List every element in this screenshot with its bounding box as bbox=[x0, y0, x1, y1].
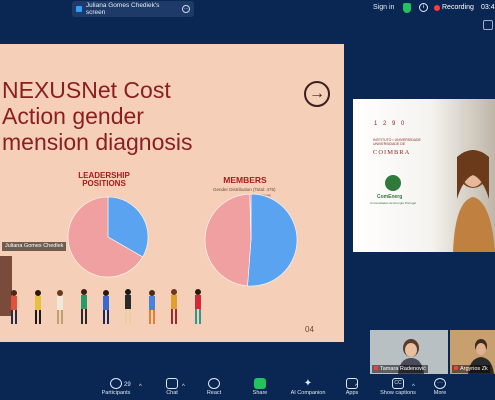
uc-year-digits: 1 2 9 0 bbox=[374, 121, 407, 127]
speaker-avatar bbox=[453, 150, 495, 252]
cc-icon: CC bbox=[392, 378, 404, 389]
members-title: MEMBERS bbox=[223, 175, 267, 185]
chat-button[interactable]: Chat bbox=[152, 375, 192, 400]
chat-icon bbox=[166, 378, 178, 389]
apps-button[interactable]: Apps bbox=[332, 375, 372, 400]
view-toggle-icon[interactable] bbox=[483, 20, 493, 30]
meeting-timer: 03:4 bbox=[481, 4, 495, 11]
share-label: Juliana Gomes Chediek's screen bbox=[85, 2, 160, 16]
sparkle-icon: ✦ bbox=[303, 378, 313, 389]
apps-caret-icon[interactable]: ^ bbox=[355, 384, 358, 390]
participant-name: Tamara Radenović bbox=[372, 365, 428, 373]
share-arrow-icon bbox=[254, 378, 266, 389]
chat-caret-icon[interactable]: ^ bbox=[182, 384, 185, 390]
security-shield-icon[interactable] bbox=[403, 3, 411, 13]
more-dots-icon: ··· bbox=[434, 378, 446, 389]
comenerg-logo-icon bbox=[385, 175, 401, 191]
meeting-toolbar: Participants Chat React Share ✦ AI Compa… bbox=[0, 375, 495, 400]
share-options-icon[interactable]: ··· bbox=[182, 5, 190, 13]
ai-companion-button[interactable]: ✦ AI Companion bbox=[286, 375, 330, 400]
heart-icon bbox=[208, 378, 220, 389]
uc-subtitle: INSTITUTO • UNIVERSIDADE UNIVERSIDADE DE bbox=[373, 138, 421, 146]
leadership-title: LEADERSHIP POSITIONS bbox=[78, 171, 130, 188]
slide-page-number: 04 bbox=[305, 325, 314, 334]
uc-name: COIMBRA bbox=[373, 149, 411, 156]
pie-slice-female bbox=[204, 193, 252, 287]
participant-tile[interactable]: Tamara Radenović bbox=[370, 330, 448, 374]
share-button[interactable]: Share bbox=[240, 375, 280, 400]
people-illustration bbox=[11, 289, 201, 324]
leadership-pie-chart bbox=[67, 196, 149, 278]
mic-muted-icon bbox=[454, 366, 458, 370]
participants-icon bbox=[110, 378, 122, 389]
captions-caret-icon[interactable]: ^ bbox=[412, 384, 415, 390]
recording-dot-icon bbox=[434, 5, 440, 11]
speaker-name-label: Juliana Gomes Chedlek bbox=[2, 242, 67, 251]
share-screen-icon bbox=[76, 6, 82, 12]
participant-tile[interactable]: Argyrios Zk bbox=[450, 330, 495, 374]
participant-count: 29 bbox=[124, 382, 131, 388]
participant-name: Argyrios Zk bbox=[452, 365, 490, 373]
pie-slice-male bbox=[247, 193, 298, 287]
comenerg-name: ComEnerg bbox=[377, 194, 403, 200]
screen-share-indicator[interactable]: Juliana Gomes Chediek's screen ··· bbox=[72, 1, 194, 17]
recording-label[interactable]: Recording bbox=[442, 4, 474, 11]
speaker-video-tile[interactable]: 1 2 9 0 INSTITUTO • UNIVERSIDADE UNIVERS… bbox=[353, 99, 495, 252]
more-button[interactable]: ··· More bbox=[420, 375, 460, 400]
shared-slide: NEXUSNet Cost Action gender mension diag… bbox=[0, 44, 344, 342]
participants-caret-icon[interactable]: ^ bbox=[139, 384, 142, 390]
react-button[interactable]: React bbox=[194, 375, 234, 400]
comenerg-subtitle: Comunidades de Energia Portugal bbox=[370, 201, 416, 205]
arrow-right-icon: → bbox=[304, 81, 330, 107]
slide-title: NEXUSNet Cost Action gender mension diag… bbox=[2, 77, 193, 155]
person-figure bbox=[11, 289, 201, 324]
members-pie-chart bbox=[204, 193, 298, 287]
info-icon[interactable]: i bbox=[419, 3, 428, 12]
mic-muted-icon bbox=[374, 366, 378, 370]
sign-in-link[interactable]: Sign in bbox=[373, 4, 394, 11]
